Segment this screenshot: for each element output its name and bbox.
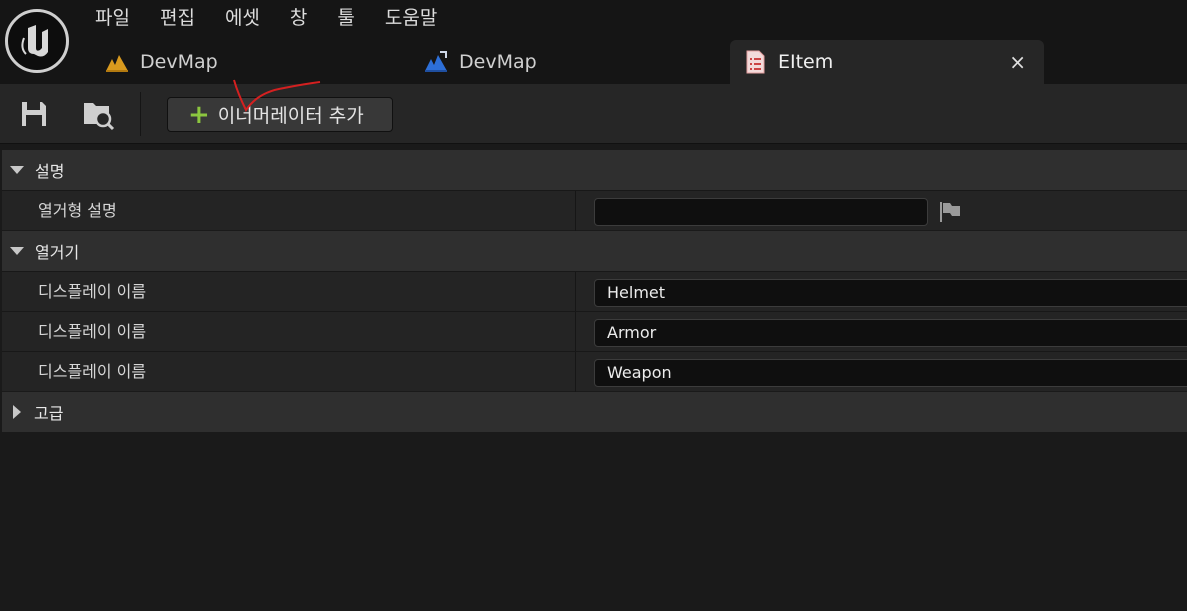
unreal-logo-icon[interactable] [5,9,69,73]
menu-help[interactable]: 도움말 [370,0,452,36]
enum-description-field[interactable] [594,198,928,226]
menu-asset[interactable]: 에셋 [210,0,275,36]
expand-arrow-icon [10,166,24,174]
add-enumerator-button[interactable]: + 이너머레이터 추가 [167,97,393,132]
column-splitter[interactable] [575,312,576,352]
property-row-enum-description: 열거형 설명 [2,190,1187,231]
localization-flag-icon[interactable] [938,201,962,223]
title-bar: 파일 편집 에셋 창 툴 도움말 DevMap DevMap EItem × [0,0,1187,84]
enumerator-row: 디스플레이 이름 Helmet [2,271,1187,312]
expand-arrow-icon [10,247,24,255]
display-name-field[interactable]: Armor [594,319,1187,347]
level-icon [106,55,128,72]
column-splitter[interactable] [575,352,576,392]
save-icon [22,102,46,126]
menu-bar: 파일 편집 에셋 창 툴 도움말 [80,0,452,36]
tab-label: EItem [778,51,834,73]
level-blueprint-icon [425,51,447,72]
enumerator-row: 디스플레이 이름 Armor [2,311,1187,352]
tab-devmap-blueprint[interactable]: DevMap [423,40,723,84]
close-icon[interactable]: × [1009,50,1026,74]
enumerator-row: 디스플레이 이름 Weapon [2,351,1187,392]
folder-search-icon [84,103,115,131]
add-enumerator-label: 이너머레이터 추가 [217,105,364,127]
category-advanced-header[interactable]: 고급 [2,392,1187,432]
enum-asset-icon [746,50,765,74]
browse-to-asset-button[interactable] [80,96,116,132]
column-splitter[interactable] [575,191,576,231]
menu-window[interactable]: 창 [275,0,322,36]
tab-eitem[interactable]: EItem × [730,40,1044,84]
property-label: 디스플레이 이름 [38,282,147,301]
category-enumerators-header[interactable]: 열거기 [2,231,1187,271]
tab-label: DevMap [140,51,218,73]
plus-icon: + [188,99,210,130]
details-panel: 설명 열거형 설명 열거기 디스플레이 이름 Helmet 디스플레이 이름 A… [0,148,1187,611]
display-name-field[interactable]: Helmet [594,279,1187,307]
tab-label: DevMap [459,51,537,73]
menu-tools[interactable]: 툴 [322,0,369,36]
menu-file[interactable]: 파일 [80,0,145,36]
toolbar-separator [140,92,141,136]
category-description-header[interactable]: 설명 [2,150,1187,190]
category-title: 열거기 [35,243,80,262]
save-button[interactable] [16,96,52,132]
display-name-field[interactable]: Weapon [594,359,1187,387]
category-title: 고급 [34,404,64,423]
toolbar: + 이너머레이터 추가 [0,84,1187,144]
property-label: 디스플레이 이름 [38,362,147,381]
collapse-arrow-icon [13,405,21,419]
category-title: 설명 [35,162,65,181]
property-label: 디스플레이 이름 [38,322,147,341]
tab-devmap-level[interactable]: DevMap [104,40,404,84]
menu-edit[interactable]: 편집 [145,0,210,36]
property-label: 열거형 설명 [38,201,117,220]
column-splitter[interactable] [575,272,576,312]
